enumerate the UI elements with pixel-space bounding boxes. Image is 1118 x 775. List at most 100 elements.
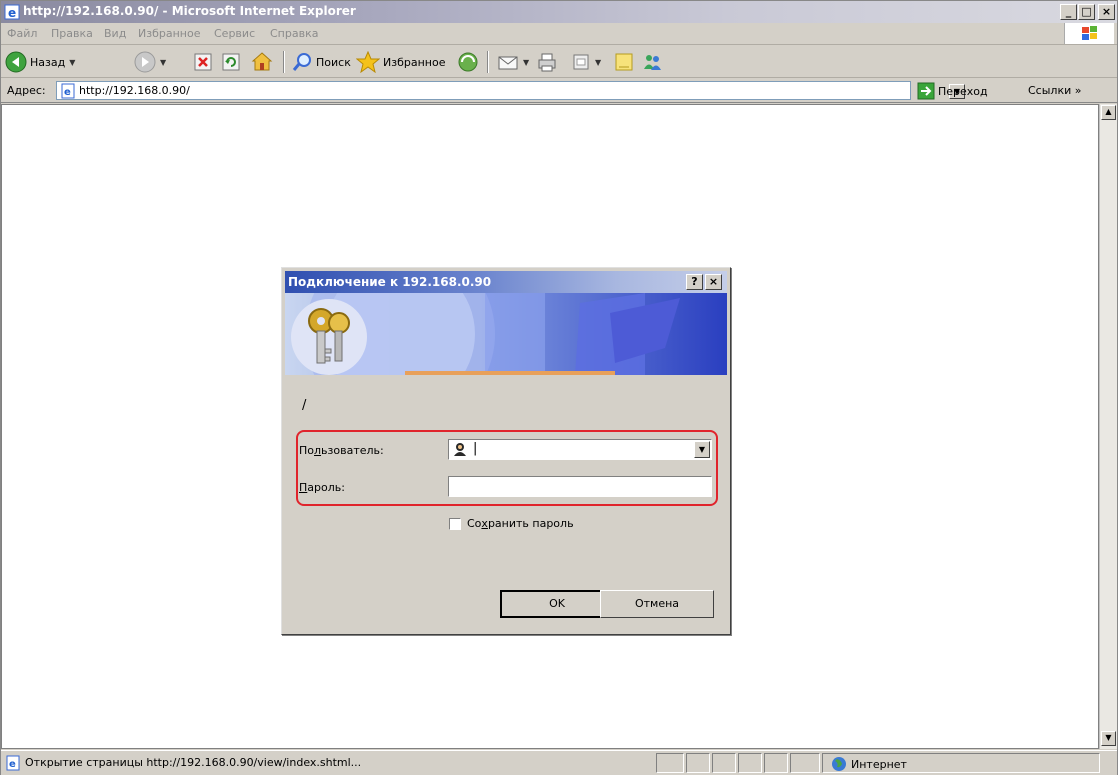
media-button[interactable] [457, 50, 479, 74]
status-panel [656, 753, 684, 773]
favorites-label: Избранное [383, 55, 446, 69]
address-url: http://192.168.0.90/ [79, 84, 190, 97]
search-icon [292, 53, 311, 71]
user-icon [454, 443, 466, 456]
note-icon [615, 53, 633, 71]
title-bar[interactable]: e http://192.168.0.90/ - Microsoft Inter… [1, 1, 1117, 23]
svg-text:e: e [8, 6, 16, 20]
favorites-button[interactable]: Избранное [356, 50, 445, 74]
svg-text:e: e [9, 759, 16, 770]
username-value: | [473, 441, 478, 456]
page-icon: e [61, 83, 75, 99]
edit-dropdown-icon[interactable]: ▼ [595, 58, 601, 67]
status-bar: e Открытие страницы http://192.168.0.90/… [1, 750, 1117, 775]
username-dropdown-button[interactable]: ▼ [694, 441, 710, 458]
maximize-button[interactable]: □ [1078, 4, 1095, 20]
search-label: Поиск [316, 55, 351, 69]
home-icon [251, 52, 273, 71]
windows-flag-icon [1082, 26, 1097, 40]
username-label-part: По [299, 444, 315, 457]
zone-label: Интернет [851, 757, 907, 771]
remember-label-part: Со [467, 517, 482, 530]
back-dropdown-icon[interactable]: ▼ [69, 58, 75, 67]
cancel-button[interactable]: Отмена [600, 590, 714, 618]
remember-password-label: Сохранить пароль [467, 517, 574, 530]
go-label: Переход [938, 84, 988, 98]
status-panel [790, 753, 820, 773]
scroll-up-icon[interactable]: ▲ [1101, 105, 1116, 120]
edit-button[interactable]: ▼ [571, 50, 601, 74]
toolbar: Назад ▼ ▼ Поиск Избранное ▼ ▼ [1, 46, 1117, 78]
forward-arrow-icon [134, 51, 156, 73]
back-arrow-icon [5, 51, 27, 73]
discuss-button[interactable] [613, 50, 635, 74]
address-bar: Адрес: e http://192.168.0.90/ ▼ Переход … [1, 79, 1117, 103]
window-title: http://192.168.0.90/ - Microsoft Interne… [23, 4, 356, 18]
password-label: Пароль: [299, 481, 345, 494]
messenger-button[interactable] [641, 50, 663, 74]
ie-logo-icon: e [4, 4, 20, 20]
print-button[interactable] [536, 50, 558, 74]
menu-edit[interactable]: Правка [51, 27, 93, 40]
back-button[interactable]: Назад ▼ [5, 50, 75, 74]
scroll-down-icon[interactable]: ▼ [1101, 731, 1116, 746]
vertical-scrollbar[interactable]: ▲ ▼ [1099, 104, 1117, 749]
username-combobox[interactable]: | ▼ [448, 439, 712, 460]
dialog-title-bar[interactable]: Подключение к 192.168.0.90 ? × [285, 271, 727, 293]
dialog-banner [285, 293, 727, 375]
username-label-accel: л [314, 444, 322, 457]
username-label-part: ьзователь: [321, 444, 384, 457]
forward-dropdown-icon[interactable]: ▼ [160, 58, 166, 67]
password-label-part: ароль: [307, 481, 345, 494]
status-panel [764, 753, 788, 773]
dialog-help-button[interactable]: ? [686, 274, 703, 290]
ie-window: e http://192.168.0.90/ - Microsoft Inter… [0, 0, 1118, 775]
links-toolbar[interactable]: Ссылки » [1028, 84, 1081, 97]
forward-button[interactable]: ▼ [134, 50, 166, 74]
mail-button[interactable]: ▼ [497, 50, 529, 74]
media-icon [458, 52, 478, 72]
dialog-title: Подключение к 192.168.0.90 [288, 275, 492, 289]
menu-favorites[interactable]: Избранное [138, 27, 200, 40]
loading-page-icon: e [6, 755, 20, 771]
remember-password-row[interactable]: Сохранить пароль [449, 517, 574, 530]
status-panel [738, 753, 762, 773]
menu-help[interactable]: Справка [270, 27, 318, 40]
mail-dropdown-icon[interactable]: ▼ [523, 58, 529, 67]
remember-label-part: ранить пароль [487, 517, 574, 530]
security-zone: Интернет [831, 756, 907, 772]
go-button[interactable]: Переход [917, 82, 988, 100]
mail-icon [498, 56, 518, 70]
remember-password-checkbox[interactable] [449, 517, 461, 530]
refresh-icon [222, 53, 240, 71]
menu-file[interactable]: Файл [7, 27, 37, 40]
stop-icon [194, 53, 212, 71]
menu-view[interactable]: Вид [104, 27, 126, 40]
windows-logo [1064, 23, 1114, 44]
close-button[interactable]: × [1098, 4, 1115, 20]
search-button[interactable]: Поиск [291, 50, 351, 74]
edit-page-icon [573, 54, 589, 70]
go-arrow-icon [917, 82, 935, 100]
refresh-button[interactable] [221, 50, 241, 74]
messenger-icon [644, 55, 661, 70]
ok-button[interactable]: OK [500, 590, 614, 618]
address-input[interactable]: e http://192.168.0.90/ ▼ [56, 81, 965, 100]
address-label: Адрес: [7, 84, 46, 97]
username-label: Пользователь: [299, 444, 384, 457]
toolbar-separator [487, 51, 489, 73]
minimize-button[interactable]: _ [1060, 4, 1077, 20]
print-icon [538, 53, 556, 72]
home-button[interactable] [251, 50, 273, 74]
dialog-close-button[interactable]: × [705, 274, 722, 290]
stop-button[interactable] [193, 50, 213, 74]
status-panel [686, 753, 710, 773]
favorites-star-icon [356, 51, 380, 73]
status-panel [712, 753, 736, 773]
menu-tools[interactable]: Сервис [214, 27, 255, 40]
menu-bar: Файл Правка Вид Избранное Сервис Справка [1, 23, 1117, 45]
auth-realm: / [302, 398, 307, 413]
svg-text:e: e [64, 87, 71, 98]
login-dialog: Подключение к 192.168.0.90 ? × / Пользов… [281, 267, 731, 635]
password-field[interactable] [448, 476, 712, 497]
